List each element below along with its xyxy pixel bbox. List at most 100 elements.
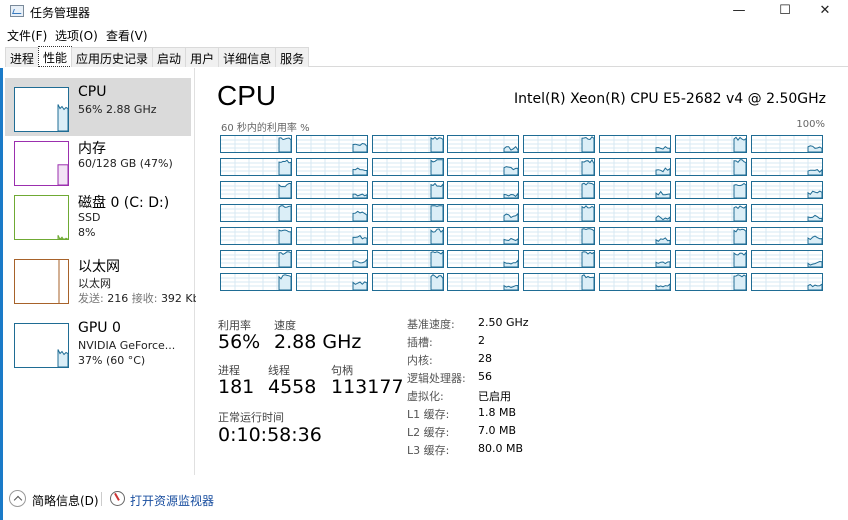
logical-processor-graph	[599, 204, 671, 222]
sidebar-item-title: 以太网	[78, 259, 120, 275]
logical-processor-graph	[599, 273, 671, 291]
logical-processor-graph	[447, 204, 520, 222]
sidebar-item-detail: 56% 2.88 GHz	[78, 103, 157, 116]
sockets-value: 2	[478, 334, 485, 347]
processor-usage-area	[278, 229, 291, 244]
logical-processor-graph	[750, 181, 823, 199]
logical-processor-graph	[295, 204, 368, 222]
logical-processor-graph	[371, 227, 444, 245]
cpu-thumbnail-graph	[14, 87, 69, 132]
processor-usage-area	[733, 205, 746, 221]
logical-processor-graph	[220, 227, 292, 245]
processor-usage-area	[430, 159, 443, 175]
cpu-model-name: Intel(R) Xeon(R) CPU E5-2682 v4 @ 2.50GH…	[514, 91, 826, 107]
processor-usage-area	[430, 136, 443, 152]
menu-options[interactable]: 选项(O)	[55, 27, 98, 44]
processor-usage-area	[503, 259, 519, 267]
logical-processor-graph	[750, 135, 823, 153]
logical-processor-graph	[220, 250, 292, 268]
maximize-icon: ☐	[779, 3, 791, 18]
processor-usage-area	[581, 182, 595, 198]
logical-processor-graph	[599, 181, 671, 199]
logical-processor-graph	[220, 273, 292, 291]
close-button[interactable]: ✕	[802, 0, 848, 24]
logical-processor-graph	[523, 158, 596, 176]
usage-area	[57, 234, 69, 242]
sidebar-item-detail: 37% (60 °C)	[78, 354, 146, 367]
uptime-value: 0:10:58:36	[218, 424, 322, 446]
logical-processor-graph	[295, 158, 368, 176]
logical-processor-graph	[371, 135, 444, 153]
menu-view[interactable]: 查看(V)	[106, 27, 148, 44]
usage-area	[57, 104, 69, 132]
processor-usage-area	[352, 258, 367, 267]
tab-app-history[interactable]: 应用历史记录	[71, 47, 154, 67]
close-icon: ✕	[819, 3, 831, 18]
processor-usage-area	[430, 228, 443, 244]
processor-usage-area	[733, 274, 746, 290]
logical-processor-graph	[447, 250, 520, 268]
logical-processor-graph	[750, 227, 823, 245]
sidebar-item-disk[interactable]: 磁盘 0 (C: D:) SSD 8%	[5, 186, 191, 244]
sidebar-item-memory[interactable]: 内存 60/128 GB (47%)	[5, 132, 191, 190]
info-label: L2 缓存:	[407, 426, 450, 439]
speed-value: 2.88 GHz	[274, 331, 362, 353]
open-resource-monitor-link[interactable]: 打开资源监视器	[130, 492, 214, 509]
logical-processors-value: 56	[478, 370, 492, 383]
logical-processor-graph	[523, 250, 596, 268]
tab-users[interactable]: 用户	[185, 47, 220, 67]
processor-usage-area	[581, 228, 595, 244]
tab-services[interactable]: 服务	[275, 47, 310, 67]
info-label: 虚拟化:	[407, 390, 444, 403]
uptime-label: 正常运行时间	[218, 411, 284, 424]
sidebar-item-detail: SSD	[78, 211, 101, 224]
fewer-details-link[interactable]: 简略信息(D)	[32, 492, 99, 509]
logical-processor-graph	[295, 250, 368, 268]
menu-file[interactable]: 文件(F)	[7, 27, 47, 44]
l1-cache-value: 1.8 MB	[478, 406, 517, 419]
minimize-icon: —	[732, 3, 746, 18]
processor-usage-area	[430, 274, 443, 290]
logical-processor-graph	[674, 250, 747, 268]
logical-processor-graph	[220, 181, 292, 199]
logical-processor-graph	[750, 273, 823, 291]
chevron-up-icon[interactable]	[9, 490, 26, 507]
processor-usage-area	[503, 237, 519, 244]
processor-usage-area	[655, 190, 670, 198]
tab-details[interactable]: 详细信息	[218, 47, 277, 67]
logical-processor-graph	[295, 227, 368, 245]
logical-processor-graph	[674, 227, 747, 245]
logical-processor-graph	[371, 181, 444, 199]
processor-usage-area	[807, 235, 822, 244]
logical-processor-graph	[523, 227, 596, 245]
logical-processor-graph	[599, 135, 671, 153]
processor-usage-area	[655, 237, 670, 244]
resource-monitor-icon[interactable]	[110, 491, 125, 506]
sidebar-item-title: 内存	[78, 141, 106, 157]
processor-usage-area	[430, 251, 443, 267]
processor-usage-area	[655, 167, 670, 175]
resource-sidebar: CPU 56% 2.88 GHz 内存 60/128 GB (47%) 磁盘 0…	[0, 68, 196, 520]
processor-usage-area	[807, 260, 822, 267]
tab-startup[interactable]: 启动	[152, 47, 187, 67]
processor-usage-area	[733, 228, 746, 244]
graph-caption: 60 秒内的利用率 %	[221, 123, 310, 134]
disk-thumbnail-graph	[14, 195, 69, 242]
sidebar-item-ethernet[interactable]: 以太网 以太网 发送: 216 接收: 392 Kb	[5, 250, 196, 308]
logical-processor-graph	[750, 250, 823, 268]
processor-usage-area	[581, 251, 595, 267]
info-label: 插槽:	[407, 336, 433, 349]
minimize-button[interactable]: —	[716, 0, 762, 24]
sidebar-item-cpu[interactable]: CPU 56% 2.88 GHz	[5, 78, 191, 136]
virtualization-value: 已启用	[478, 390, 511, 403]
logical-processor-graph	[447, 181, 520, 199]
tab-processes[interactable]: 进程	[5, 47, 40, 67]
tab-performance[interactable]: 性能	[38, 46, 73, 67]
sidebar-item-gpu[interactable]: GPU 0 NVIDIA GeForce... 37% (60 °C)	[5, 314, 191, 372]
logical-processor-graph	[599, 250, 671, 268]
sidebar-item-detail: NVIDIA GeForce...	[78, 339, 176, 352]
task-manager-icon	[10, 5, 24, 17]
utilization-value: 56%	[218, 331, 261, 353]
processor-usage-area	[581, 274, 595, 290]
processor-usage-area	[807, 214, 822, 221]
